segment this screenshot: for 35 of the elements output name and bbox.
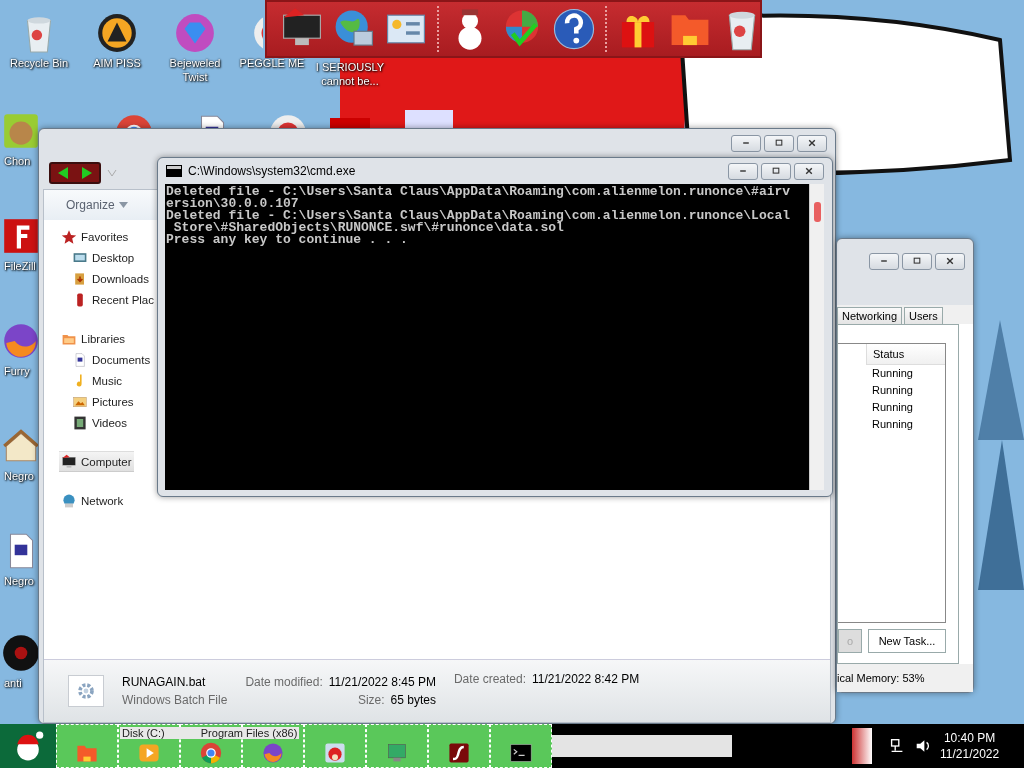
status-cell-text: Running bbox=[872, 417, 914, 432]
clock-date[interactable]: 11/21/2022 bbox=[940, 746, 1000, 762]
tab[interactable]: Networking bbox=[837, 307, 903, 324]
organize-menu[interactable]: Organize bbox=[66, 198, 128, 212]
nav-item[interactable]: Videos bbox=[70, 412, 129, 433]
status-cell-text: Running bbox=[872, 400, 914, 415]
field-value: 65 bytes bbox=[390, 693, 436, 707]
clock-time[interactable]: 10:40 PM bbox=[943, 730, 996, 746]
file-name: RUNAGAIN.bat bbox=[122, 675, 207, 689]
field-label: Date created: bbox=[453, 672, 526, 686]
window-title: C:\Windows\system32\cmd.exe bbox=[188, 164, 357, 178]
nav-item[interactable]: Computer bbox=[59, 451, 134, 472]
nav-item[interactable]: Favorites bbox=[59, 226, 131, 247]
file-type: Windows Batch File bbox=[122, 693, 228, 707]
column-header[interactable]: Status bbox=[866, 344, 945, 365]
field-value: 11/21/2022 8:42 PM bbox=[532, 672, 640, 686]
preview-label: Disk (C:) bbox=[121, 727, 166, 739]
nav-item[interactable]: Downloads bbox=[70, 268, 151, 289]
preview-label: Program Files (x86) bbox=[199, 727, 299, 739]
nav-item[interactable]: Music bbox=[70, 370, 125, 391]
nav-item[interactable]: Documents bbox=[70, 349, 153, 370]
field-label: Size: bbox=[357, 693, 385, 707]
nav-item[interactable]: Desktop bbox=[70, 247, 137, 268]
console-output: Deleted file - C:\Users\Santa Claus\AppData\Roaming\com.alienmelon.runonce\#airv ersion\30.0.0.107 Deleted file - C:\Users\Santa Claus\AppData\Roaming\com.alienmelon.runonce\Local Store\#SharedObjects\RUNONCE.swf\#runonce\data.sol Press any key to continue . . . bbox=[165, 184, 792, 249]
nav-item[interactable]: Libraries bbox=[59, 328, 128, 349]
nav-item[interactable]: Pictures bbox=[70, 391, 136, 412]
status-cell-text: Running bbox=[872, 366, 914, 381]
tab[interactable]: Users bbox=[904, 307, 943, 324]
field-value: 11/21/2022 8:45 PM bbox=[328, 675, 436, 689]
nav-item[interactable]: Recent Plac bbox=[70, 289, 156, 310]
memory-status: ical Memory: 53% bbox=[837, 664, 973, 692]
field-label: Date modified: bbox=[245, 675, 323, 689]
nav-item[interactable]: Network bbox=[59, 490, 126, 511]
button[interactable]: New Task... bbox=[868, 629, 946, 653]
status-cell-text: Running bbox=[872, 383, 914, 398]
